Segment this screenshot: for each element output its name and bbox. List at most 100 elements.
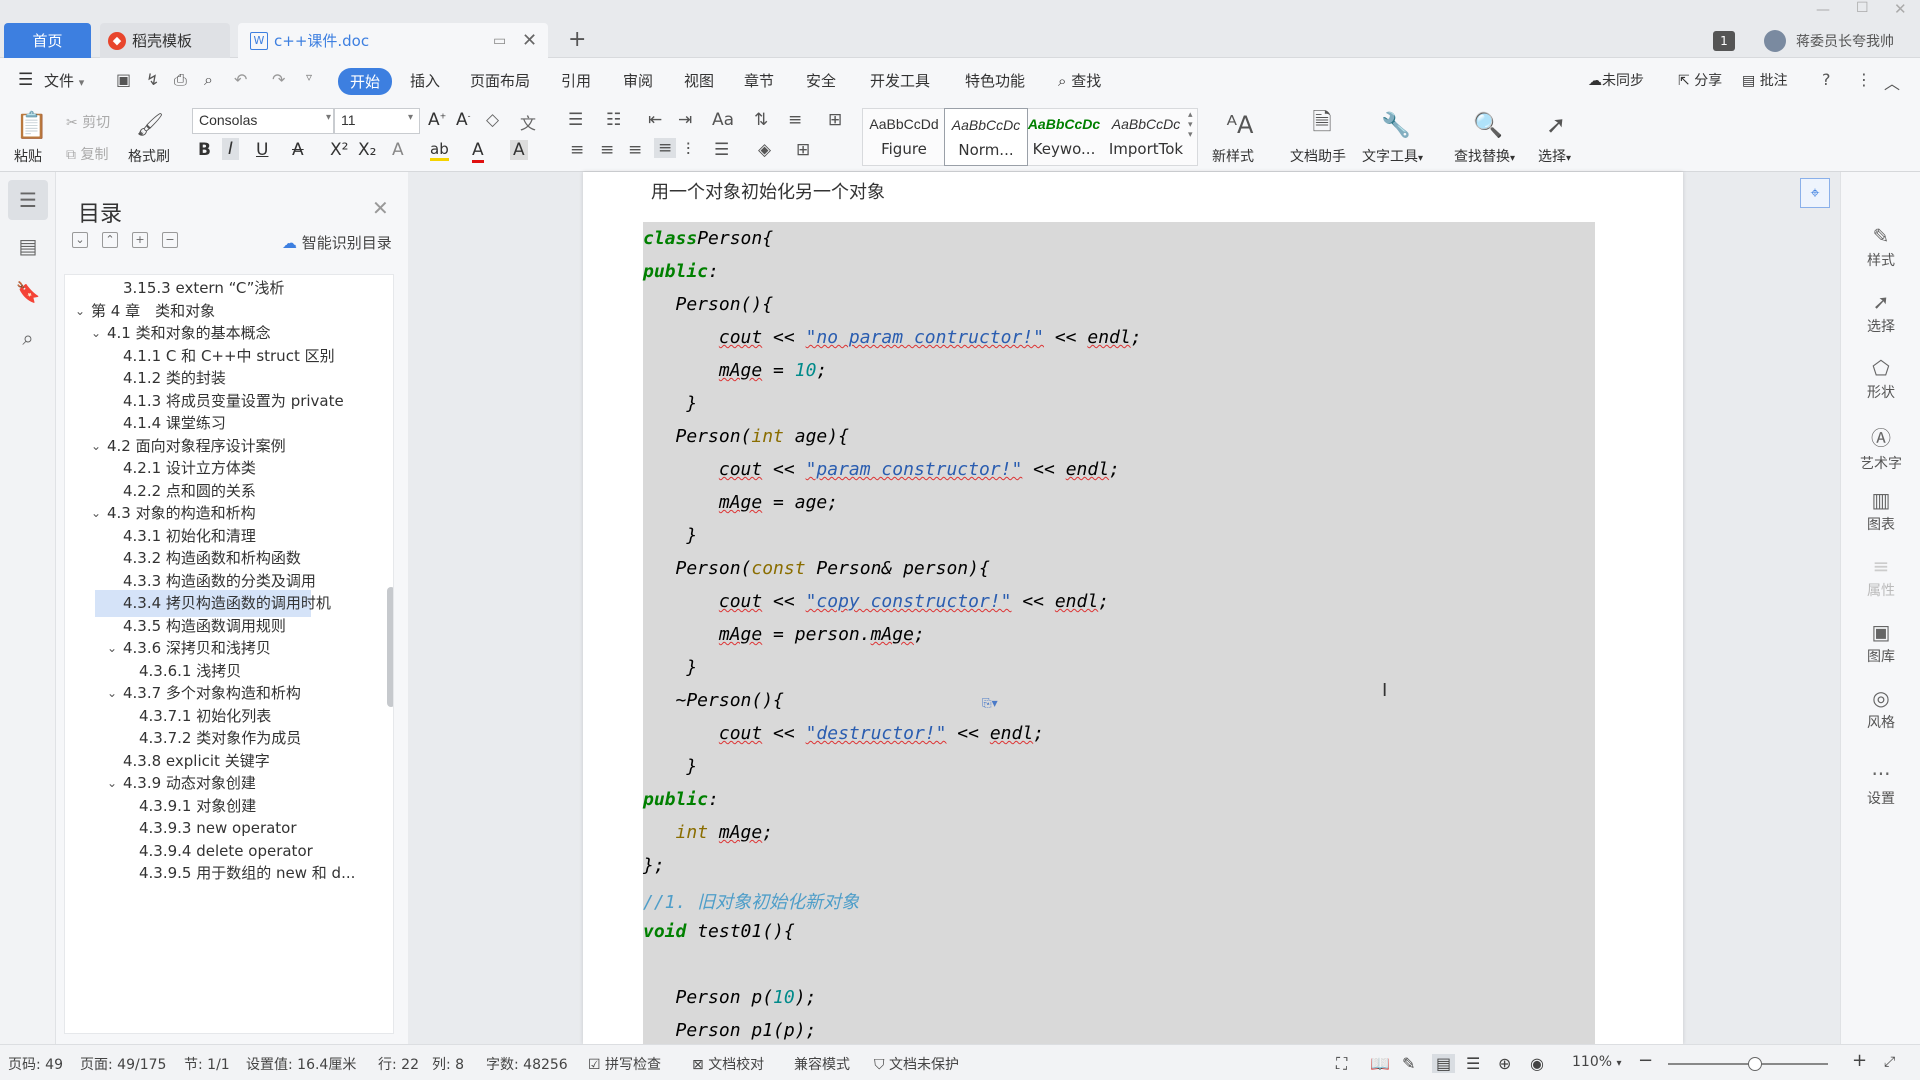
eye-care-icon[interactable]: ◉ [1530, 1054, 1544, 1073]
bold-icon[interactable]: B [198, 140, 211, 160]
read-mode-icon[interactable]: 📖 [1370, 1054, 1390, 1073]
spellcheck-button[interactable]: ☑ 拼写检查 [588, 1054, 661, 1074]
shading-icon[interactable]: ◈ [758, 140, 771, 160]
new-style-icon[interactable]: ᴬA [1220, 108, 1260, 142]
text-effect-icon[interactable]: A [392, 140, 404, 160]
proofread-button[interactable]: ⊠ 文档校对 [692, 1054, 764, 1074]
font-name-select[interactable]: Consolas [192, 108, 334, 134]
find-replace-button[interactable]: 查找替换▾ [1454, 146, 1515, 166]
menu-features[interactable]: 特色功能 [965, 70, 1025, 91]
tool-theme[interactable]: ◎ 风格 [1841, 686, 1920, 732]
doc-assistant-button[interactable]: 文档助手 [1290, 146, 1346, 166]
menu-security[interactable]: 安全 [806, 70, 836, 91]
quick-access-dropdown-icon[interactable]: ▿ [306, 70, 312, 84]
smart-toc-button[interactable]: ☁ 智能识别目录 [282, 232, 392, 253]
new-tab-button[interactable]: + [568, 27, 586, 52]
fullscreen-icon[interactable]: ⛶ [1336, 1054, 1347, 1074]
show-marks-icon[interactable]: ⊞ [828, 110, 842, 130]
change-case-icon[interactable]: Aa [712, 110, 734, 130]
align-right-icon[interactable]: ≡ [628, 140, 642, 160]
fit-page-icon[interactable]: ⤢ [1884, 1054, 1895, 1070]
document-page[interactable]: 用一个对象初始化另一个对象 classPerson{public: Person… [583, 172, 1683, 1052]
comment-button[interactable]: ▤ 批注 [1742, 70, 1788, 90]
print-preview-icon[interactable]: ⌕ [204, 70, 213, 90]
superscript-icon[interactable]: X² [330, 140, 348, 160]
remove-heading-icon[interactable]: − [162, 232, 178, 248]
zoom-slider-thumb[interactable] [1748, 1057, 1762, 1071]
copy-button[interactable]: ⧉ 复制 [66, 144, 108, 164]
doc-assistant-icon[interactable]: 🗎 [1304, 108, 1340, 142]
format-painter-icon[interactable]: 🖌 [132, 108, 168, 142]
line-spacing-icon[interactable]: ≡ [788, 110, 802, 130]
tool-chart[interactable]: ▥ 图表 [1841, 488, 1920, 534]
subscript-icon[interactable]: X₂ [358, 140, 376, 160]
font-name-dropdown-icon[interactable]: ▾ [326, 112, 331, 123]
export-icon[interactable]: ↯ [146, 70, 159, 89]
sync-button[interactable]: ☁未同步 [1588, 70, 1644, 90]
align-center-icon[interactable]: ≡ [600, 140, 614, 160]
new-style-button[interactable]: 新样式 [1212, 146, 1254, 166]
collapse-ribbon-icon[interactable]: ︿ [1884, 70, 1900, 94]
status-page-num[interactable]: 页码: 49 [8, 1054, 63, 1074]
status-col[interactable]: 列: 8 [432, 1054, 464, 1074]
style-keyword[interactable]: AaBbCcDc Keywo... [1022, 108, 1106, 166]
close-window-icon[interactable]: ✕ [1894, 0, 1907, 18]
more-icon[interactable]: ⋮ [1856, 70, 1872, 89]
select-cursor-icon[interactable]: ➚ [1538, 108, 1574, 142]
add-heading-icon[interactable]: + [132, 232, 148, 248]
tool-wordart[interactable]: Ⓐ 艺术字 [1841, 422, 1920, 473]
tool-properties[interactable]: ≡ 属性 [1841, 554, 1920, 600]
page-count-badge[interactable]: 1 [1713, 31, 1735, 51]
menu-page-layout[interactable]: 页面布局 [470, 70, 530, 91]
restore-tab-icon[interactable]: ▭ [493, 33, 506, 49]
tab-document[interactable]: W c++课件.doc ▭ ✕ [238, 23, 548, 58]
strikethrough-icon[interactable]: A [292, 140, 304, 160]
hamburger-icon[interactable]: ☰ [18, 70, 33, 90]
minimize-icon[interactable]: — [1816, 2, 1830, 18]
close-tab-icon[interactable]: ✕ [522, 30, 537, 51]
clear-format-icon[interactable]: ◇ [486, 110, 499, 130]
menu-start[interactable]: 开始 [338, 68, 393, 95]
paragraph-handle-icon[interactable]: ⎘▾ [982, 696, 998, 711]
tab-home[interactable]: 首页 [4, 23, 91, 58]
shrink-font-icon[interactable]: A- [456, 110, 471, 130]
menu-file[interactable]: 文件 ▾ [44, 70, 84, 91]
maximize-icon[interactable]: ☐ [1856, 0, 1869, 16]
tool-style[interactable]: ✎ 样式 [1841, 224, 1920, 270]
italic-icon[interactable]: I [222, 138, 240, 160]
zoom-in-icon[interactable]: + [1852, 1050, 1867, 1071]
help-icon[interactable]: ? [1822, 70, 1831, 89]
bookmark-icon[interactable]: 🔖 [8, 272, 48, 312]
highlight-icon[interactable]: ab [430, 140, 449, 161]
user-name[interactable]: 蒋委员长夸我帅 [1796, 31, 1894, 51]
text-tools-button[interactable]: 文字工具▾ [1362, 146, 1423, 166]
code-block[interactable]: classPerson{public: Person(){ cout << "n… [643, 222, 1595, 1052]
location-icon[interactable]: ⌖ [1800, 178, 1830, 208]
pages-icon[interactable]: ▤ [8, 226, 48, 266]
write-mode-icon[interactable]: ✎ [1402, 1054, 1415, 1073]
increase-indent-icon[interactable]: ⇥ [678, 110, 692, 130]
font-size-dropdown-icon[interactable]: ▾ [408, 112, 413, 123]
status-word-count[interactable]: 字数: 48256 [486, 1054, 568, 1074]
style-figure[interactable]: AaBbCcDd Figure [862, 108, 946, 166]
zoom-out-icon[interactable]: − [1638, 1050, 1653, 1071]
status-setting[interactable]: 设置值: 16.4厘米 [246, 1054, 356, 1074]
collapse-all-icon[interactable]: ⌃ [102, 232, 118, 248]
style-importtok[interactable]: AaBbCcDc ImportTok [1104, 108, 1188, 166]
paragraph-spacing-icon[interactable]: ☰ [714, 140, 729, 160]
menu-review[interactable]: 审阅 [623, 70, 653, 91]
tool-select[interactable]: ➚ 选择 [1841, 290, 1920, 336]
web-view-icon[interactable]: ⊕ [1498, 1054, 1511, 1073]
paste-label[interactable]: 粘贴 [14, 146, 42, 166]
cut-button[interactable]: ✂ 剪切 [66, 112, 110, 132]
char-shading-icon[interactable]: A [510, 140, 528, 160]
zoom-level[interactable]: 110% ▾ [1572, 1054, 1622, 1070]
tool-shape[interactable]: ⬠ 形状 [1841, 356, 1920, 402]
tool-settings[interactable]: ··· 设置 [1841, 762, 1920, 808]
redo-icon[interactable]: ↷ [272, 70, 285, 89]
status-pages[interactable]: 页面: 49/175 [80, 1054, 166, 1074]
menu-insert[interactable]: 插入 [410, 70, 440, 91]
toc-scrollbar[interactable] [387, 587, 393, 707]
menu-chapter[interactable]: 章节 [744, 70, 774, 91]
share-button[interactable]: ⇱ 分享 [1678, 70, 1722, 90]
